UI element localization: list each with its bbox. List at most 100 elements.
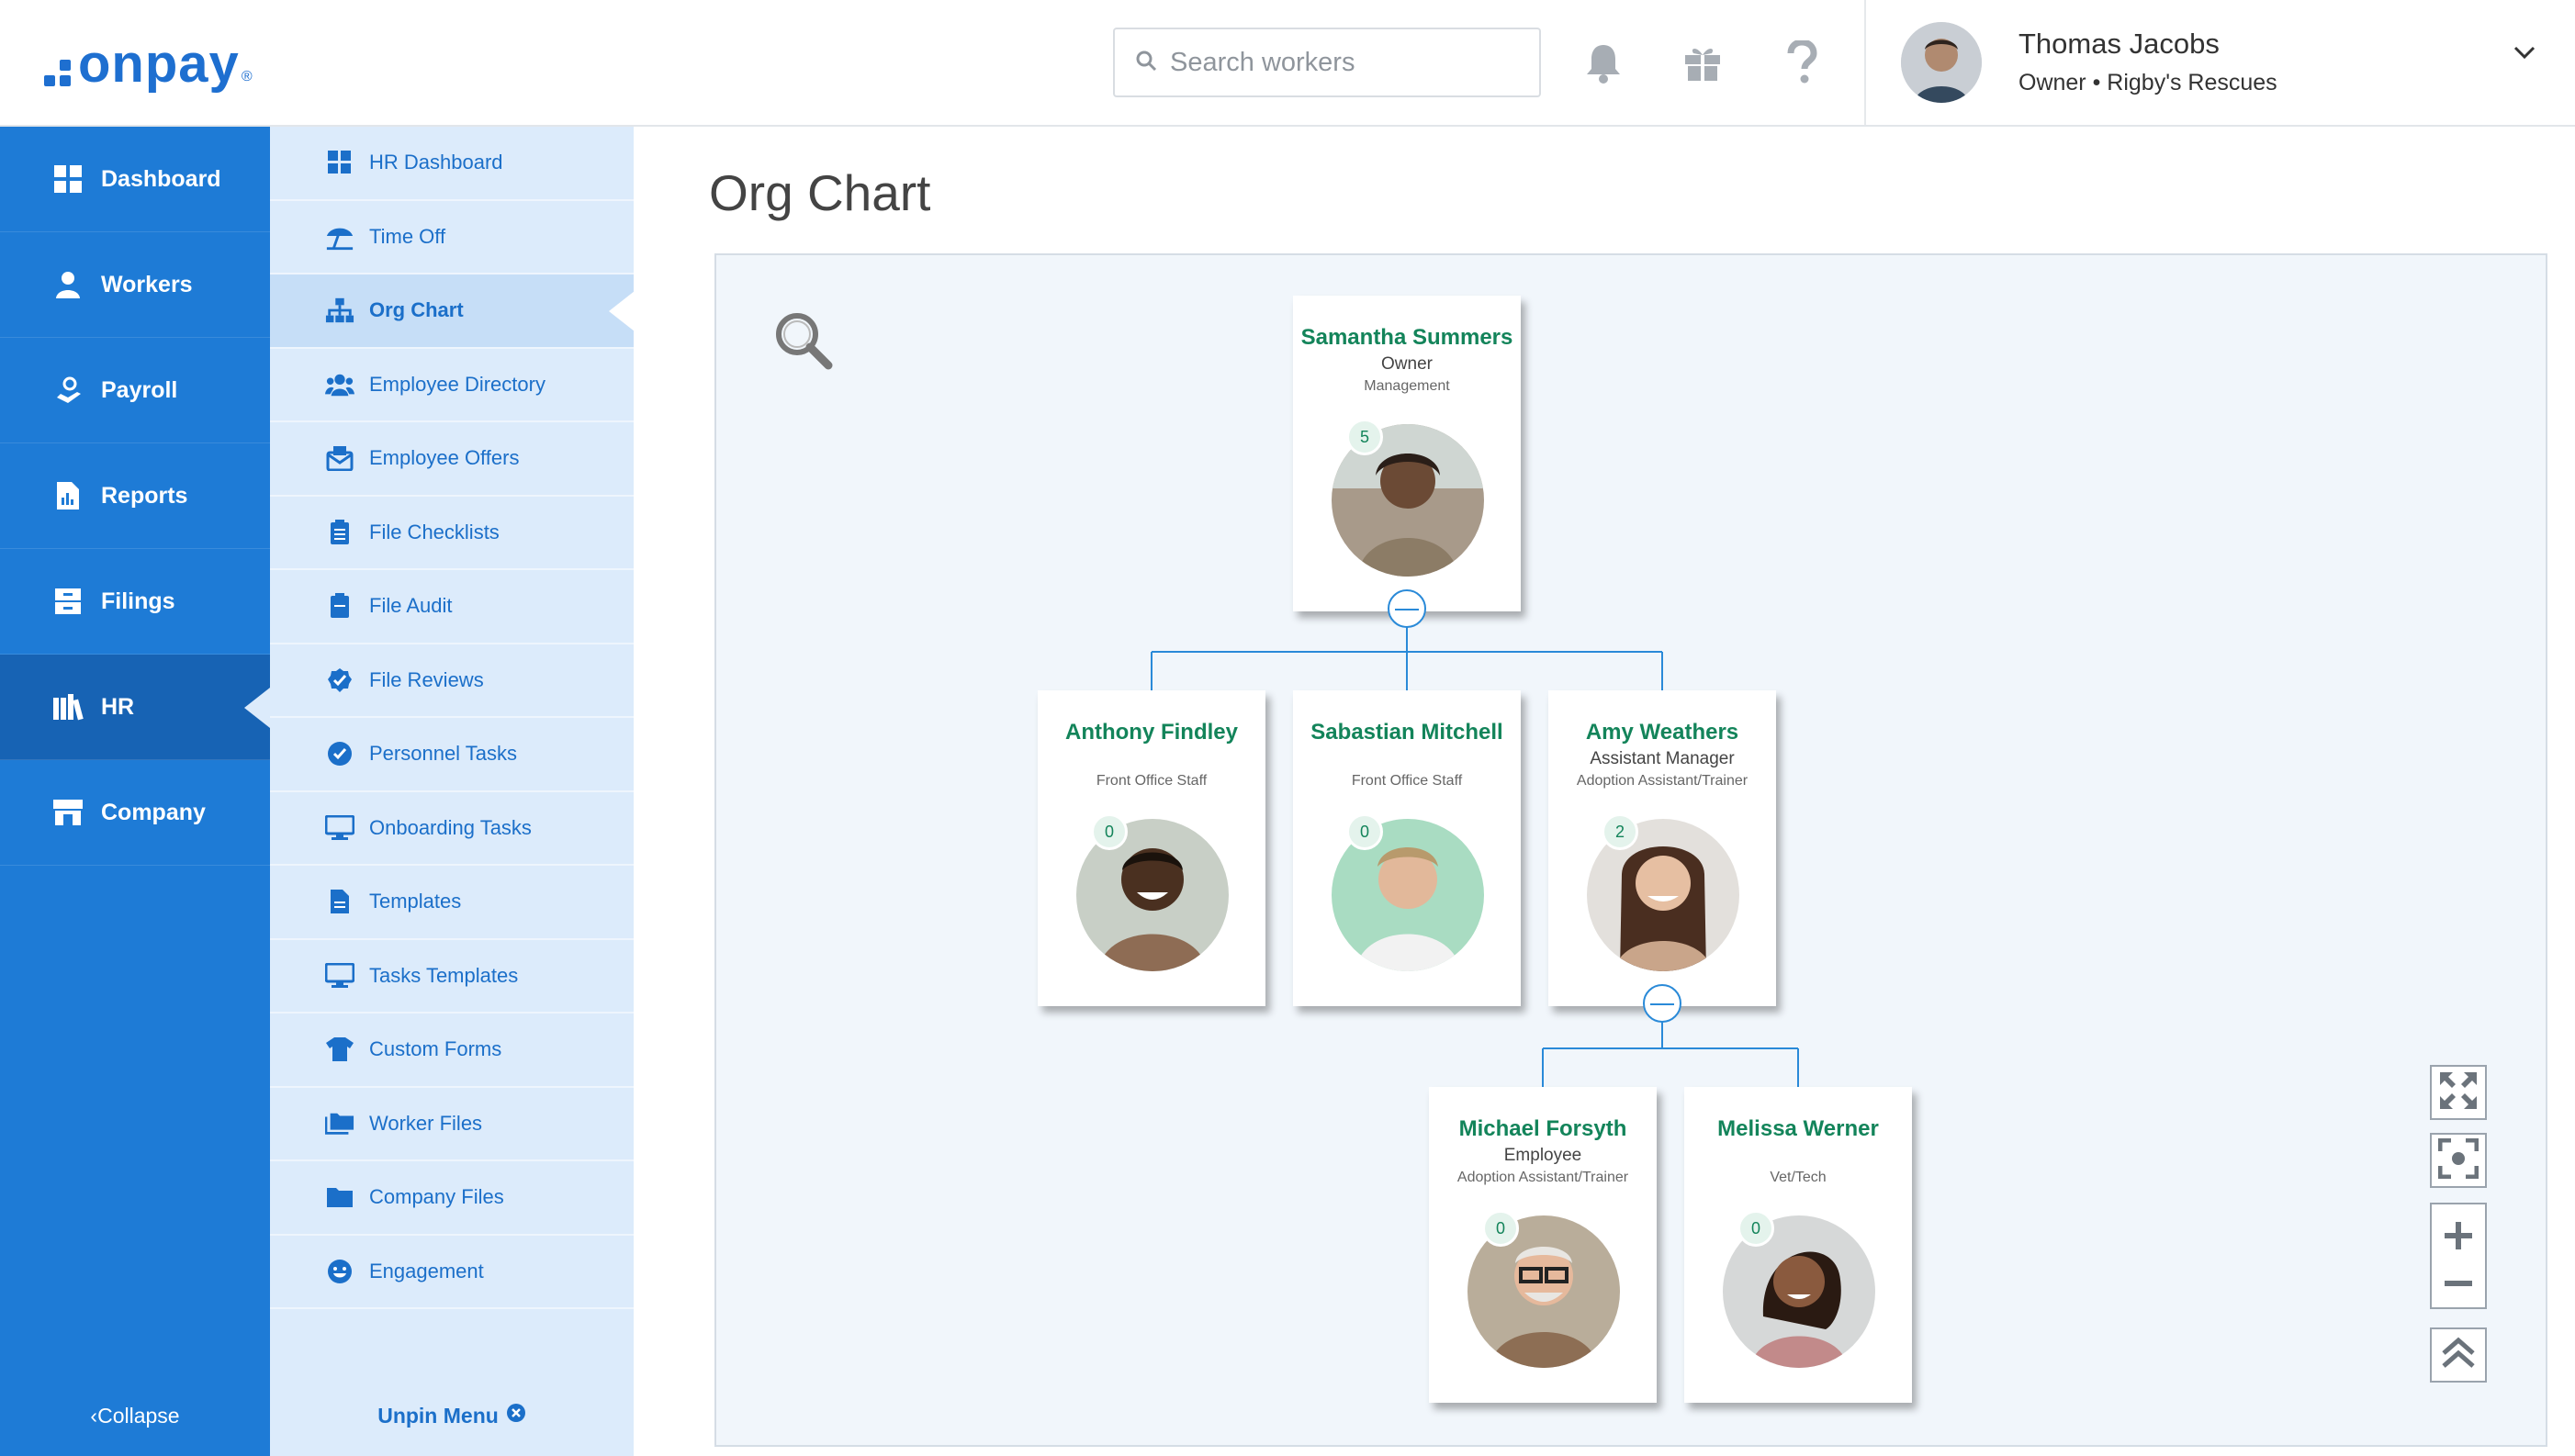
search-box[interactable] [1113,28,1541,97]
collapse-node-button[interactable] [1643,984,1681,1023]
user-menu[interactable]: Thomas Jacobs Owner • Rigby's Rescues [1901,22,2562,105]
badge-check-icon [325,666,354,695]
subnav-item-label: File Checklists [369,520,500,543]
subnav-item-label: HR Dashboard [369,151,503,174]
nav-item-label: Workers [101,271,193,297]
direct-reports-badge: 0 [1346,813,1383,850]
worker-icon [51,268,84,301]
nav-item-filings[interactable]: Filings [0,549,270,655]
subnav-item-org-chart[interactable]: Org Chart [270,274,635,349]
org-card-sabastian-mitchell[interactable]: Sabastian Mitchell Front Office Staff 0 [1293,690,1521,1006]
nav-item-reports[interactable]: Reports [0,443,270,549]
unpin-label: Unpin Menu [377,1403,499,1428]
collapse-node-button[interactable] [1388,589,1426,628]
check-circle-icon [325,739,354,768]
top-bar: onpay ® Thomas Jacobs Owner • Rigby's Re… [0,0,2575,127]
subnav-item-label: Worker Files [369,1111,483,1135]
employee-name: Amy Weathers [1585,720,1739,745]
header-divider [1864,0,1866,125]
employee-title: Owner [1381,354,1433,374]
page-title: Org Chart [709,164,931,221]
org-card-anthony-findley[interactable]: Anthony Findley Front Office Staff 0 [1038,690,1265,1006]
fit-to-screen-button[interactable] [2430,1133,2487,1188]
nav-item-dashboard[interactable]: Dashboard [0,127,270,232]
fit-icon [2437,1137,2479,1183]
org-chart-canvas[interactable]: Samantha Summers Owner Management 5 Anth… [714,253,2547,1447]
employee-department: Front Office Staff [1096,773,1208,789]
logo-text: onpay [78,34,240,94]
subnav-item-label: Employee Directory [369,372,545,396]
nav-item-label: Filings [101,588,175,614]
subnav-item-label: Org Chart [369,298,464,322]
employee-title: Employee [1503,1146,1582,1165]
collapse-button[interactable]: ‹Collapse [0,1404,270,1428]
subnav-item-file-checklists[interactable]: File Checklists [270,497,634,570]
subnav-item-custom-forms[interactable]: Custom Forms [270,1014,634,1088]
primary-nav: Dashboard Workers Payroll Reports Filing… [0,127,270,1456]
direct-reports-badge: 0 [1737,1210,1774,1247]
subnav-item-employee-directory[interactable]: Employee Directory [270,349,634,422]
fullscreen-button[interactable] [2430,1065,2487,1120]
employee-title [1038,749,1265,771]
subnav-item-employee-offers[interactable]: Employee Offers [270,422,634,497]
subnav-item-label: Tasks Templates [369,963,519,987]
main-content: Org Chart Samantha Summers Owner Managem… [634,127,2575,1456]
nav-item-label: Dashboard [101,165,221,192]
filing-icon [51,585,84,618]
nav-item-label: Reports [101,482,188,509]
avatar [1901,22,1982,103]
payroll-icon [51,374,84,407]
offer-envelope-icon [325,443,354,473]
store-icon [51,796,84,829]
subnav-item-templates[interactable]: Templates [270,866,634,940]
subnav-item-onboarding-tasks[interactable]: Onboarding Tasks [270,792,634,866]
zoom-out-icon[interactable] [2443,1276,2474,1293]
employee-name: Sabastian Mitchell [1310,720,1503,745]
gift-icon[interactable] [1675,35,1730,90]
org-card-amy-weathers[interactable]: Amy Weathers Assistant Manager Adoption … [1548,690,1776,1006]
collapse-all-button[interactable] [2430,1327,2487,1383]
employee-name: Michael Forsyth [1458,1116,1627,1141]
collapse-label: Collapse [97,1404,180,1428]
subnav-item-personnel-tasks[interactable]: Personnel Tasks [270,718,634,792]
employee-name: Anthony Findley [1065,720,1238,745]
search-input[interactable] [1170,47,1519,78]
subnav-item-label: Templates [369,890,462,913]
chevron-down-icon[interactable] [2513,44,2536,65]
subnav-item-file-audit[interactable]: File Audit [270,570,634,644]
help-icon[interactable] [1774,35,1829,90]
search-icon [1135,50,1157,76]
direct-reports-badge: 5 [1346,419,1383,455]
unpin-menu-button[interactable]: Unpin Menu [270,1403,634,1428]
org-card-melissa-werner[interactable]: Melissa Werner Vet/Tech 0 [1684,1087,1912,1403]
nav-item-payroll[interactable]: Payroll [0,338,270,443]
subnav-item-file-reviews[interactable]: File Reviews [270,644,634,718]
subnav-item-tasks-templates[interactable]: Tasks Templates [270,940,634,1014]
subnav-item-engagement[interactable]: Engagement [270,1236,634,1309]
umbrella-icon [325,222,354,252]
subnav-item-hr-dashboard[interactable]: HR Dashboard [270,127,634,201]
nav-item-workers[interactable]: Workers [0,232,270,338]
close-circle-icon [506,1403,526,1428]
zoom-in-icon[interactable] [2443,1220,2474,1256]
onpay-logo[interactable]: onpay ® [44,33,253,95]
employee-name: Melissa Werner [1717,1116,1879,1141]
monitor-icon [325,961,354,991]
subnav-item-label: File Audit [369,594,453,618]
bell-icon[interactable] [1576,35,1631,90]
employee-department: Management [1364,378,1450,394]
org-card-samantha-summers[interactable]: Samantha Summers Owner Management 5 [1293,296,1521,611]
employee-title: Assistant Manager [1590,749,1735,768]
folders-icon [325,1109,354,1138]
subnav-item-worker-files[interactable]: Worker Files [270,1088,634,1161]
subnav-item-company-files[interactable]: Company Files [270,1161,634,1236]
user-role: Owner • Rigby's Rescues [2018,70,2277,95]
nav-item-hr[interactable]: HR [0,655,270,760]
subnav-item-label: Personnel Tasks [369,742,518,766]
report-icon [51,479,84,512]
org-card-michael-forsyth[interactable]: Michael Forsyth Employee Adoption Assist… [1429,1087,1657,1403]
subnav-item-time-off[interactable]: Time Off [270,201,634,274]
nav-item-label: HR [101,693,135,720]
employee-department: Front Office Staff [1351,773,1463,789]
nav-item-company[interactable]: Company [0,760,270,866]
